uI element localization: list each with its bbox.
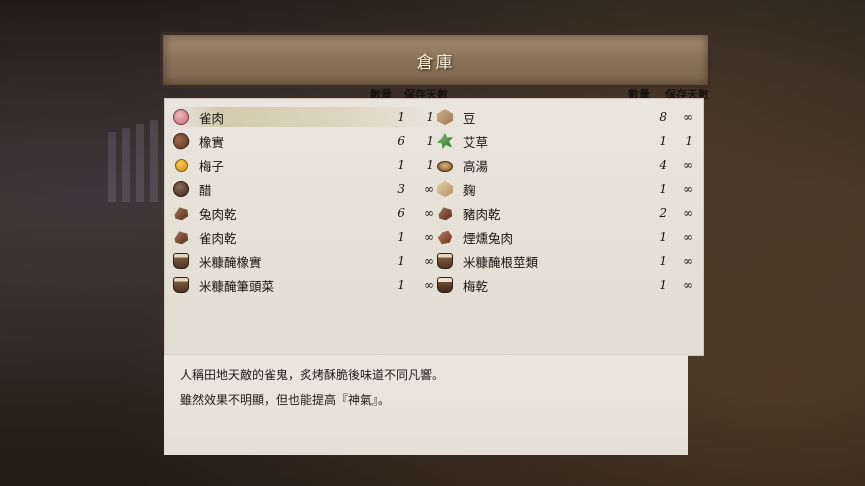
koji-icon [437,181,453,197]
item-days: ∞ [424,254,434,268]
item-name: 橡實 [199,134,225,150]
inventory-item-plum[interactable]: 梅子 1 1 [173,155,435,175]
item-days: ∞ [424,206,434,220]
item-name: 梅乾 [463,278,489,294]
item-name: 米糠醃根莖類 [463,254,539,270]
item-qty: 1 [659,134,667,148]
item-days: ∞ [683,254,693,268]
item-qty: 1 [397,278,405,292]
inventory-item-pickled-roots[interactable]: 米糠醃根莖類 1 ∞ [437,251,699,271]
inventory-item-acorn[interactable]: 橡實 6 1 [170,130,435,152]
jerky-icon [174,231,189,245]
item-days: ∞ [424,182,434,196]
item-name: 兔肉乾 [199,206,237,222]
item-qty: 3 [397,182,405,196]
smoked-meat-icon [437,230,453,245]
pickle-jar-icon [173,277,189,293]
item-days: ∞ [683,110,693,124]
meat-icon [173,109,189,125]
inventory-item-dried-pork[interactable]: 豬肉乾 2 ∞ [437,203,699,223]
item-days: ∞ [683,206,693,220]
item-name: 豆 [463,110,476,126]
item-qty: 1 [659,182,667,196]
inventory-item-dried-sparrow[interactable]: 雀肉乾 1 ∞ [173,227,435,247]
item-qty: 1 [659,278,667,292]
herb-icon [437,133,453,149]
inventory-item-vinegar[interactable]: 醋 3 ∞ [173,179,435,199]
item-qty: 2 [659,206,667,220]
item-name: 高湯 [463,158,489,174]
vinegar-icon [173,181,189,197]
item-days: 1 [426,158,434,172]
item-name: 米糠醃橡實 [199,254,262,270]
item-name: 米糠醃筆頭菜 [199,278,275,294]
pickle-jar-icon [437,253,453,269]
description-line-1: 人稱田地天敵的雀鬼，炙烤酥脆後味道不同凡響。 [180,368,445,382]
window-slat [122,128,130,202]
item-qty: 1 [659,254,667,268]
item-days: 1 [426,134,434,148]
item-name: 醋 [199,182,212,198]
item-name: 煙燻兔肉 [463,230,514,246]
inventory-item-bean[interactable]: 豆 8 ∞ [437,107,699,127]
item-qty: 6 [397,134,405,148]
item-qty: 1 [397,110,405,124]
plum-icon [175,158,188,172]
item-days: ∞ [683,278,693,292]
item-days: ∞ [683,158,693,172]
item-days: ∞ [683,230,693,244]
item-qty: 1 [397,158,405,172]
pickle-jar-icon [173,253,189,269]
inventory-item-broth[interactable]: 高湯 4 ∞ [437,155,699,175]
inventory-item-koji[interactable]: 麹 1 ∞ [437,179,699,199]
inventory-item-dried-rabbit[interactable]: 兔肉乾 6 ∞ [173,203,435,223]
item-days: ∞ [424,230,434,244]
inventory-panel: 雀肉 1 1 橡實 6 1 梅子 1 1 醋 3 ∞ 兔肉乾 6 ∞ 雀肉乾 1… [164,98,704,356]
inventory-item-smoked-rabbit[interactable]: 煙燻兔肉 1 ∞ [437,227,699,247]
soup-bowl-icon [437,161,453,172]
item-qty: 1 [397,254,405,268]
window-title: 倉庫 [416,52,455,73]
item-qty: 1 [397,230,405,244]
window-slat [108,132,116,202]
item-qty: 6 [397,206,405,220]
inventory-item-sparrow-meat[interactable]: 雀肉 1 1 [173,107,435,127]
item-days: ∞ [424,278,434,292]
acorn-icon [170,130,192,152]
window-slat [150,120,158,202]
window-slat [136,124,144,202]
description-line-2: 雖然效果不明顯，但也能提高『神氣』。 [180,393,391,407]
item-name: 麹 [463,182,476,198]
pickle-jar-icon [437,277,453,293]
inventory-item-pickled-horsetail[interactable]: 米糠醃筆頭菜 1 ∞ [173,275,435,295]
item-name: 雀肉 [199,110,225,126]
inventory-item-pickled-acorn[interactable]: 米糠醃橡實 1 ∞ [173,251,435,271]
jerky-icon [174,207,189,221]
item-name: 雀肉乾 [199,230,237,246]
item-qty: 4 [659,158,667,172]
item-days: ∞ [683,182,693,196]
inventory-item-mugwort[interactable]: 艾草 1 1 [437,131,699,151]
item-description-panel: 人稱田地天敵的雀鬼，炙烤酥脆後味道不同凡響。 雖然效果不明顯，但也能提高『神氣』… [164,354,688,455]
item-name: 豬肉乾 [463,206,501,222]
jerky-icon [438,207,453,221]
item-name: 梅子 [199,158,225,174]
title-bar: 倉庫 [160,32,711,88]
item-days: 1 [426,110,434,124]
inventory-item-dried-plum[interactable]: 梅乾 1 ∞ [437,275,699,295]
item-qty: 1 [659,230,667,244]
item-qty: 8 [659,110,667,124]
item-days: 1 [685,134,693,148]
item-name: 艾草 [463,134,489,150]
bean-icon [437,109,453,125]
